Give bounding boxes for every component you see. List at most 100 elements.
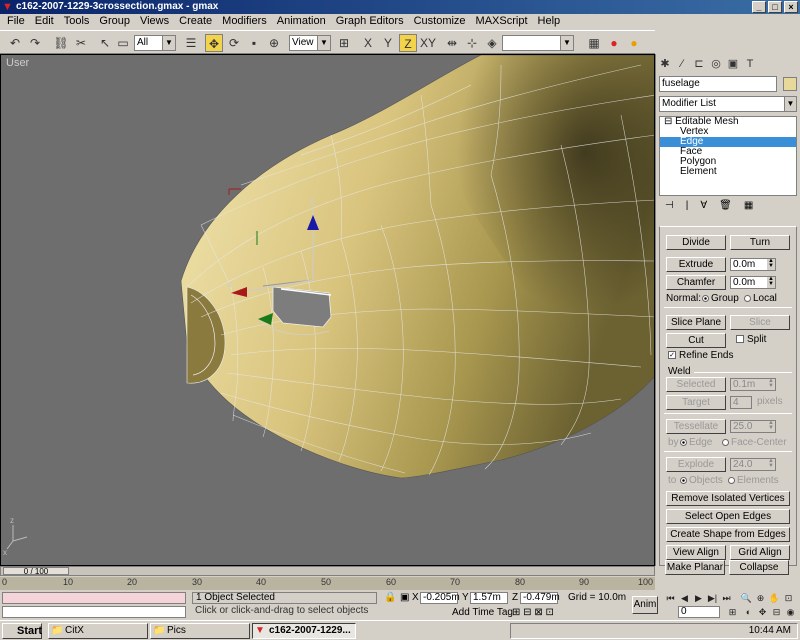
explode-objects-radio[interactable]: Objects	[680, 475, 723, 486]
remove-modifier-icon[interactable]: 🗑	[719, 200, 732, 214]
move-icon[interactable]: ✥	[205, 34, 223, 52]
configure-sets-icon[interactable]: ▦	[744, 200, 753, 214]
perspective-viewport[interactable]: User z x z x	[0, 54, 655, 566]
weld-target-button[interactable]: Target	[666, 395, 726, 410]
goto-start-icon[interactable]: ⏮	[664, 592, 677, 604]
restrict-x-icon[interactable]: X	[359, 34, 377, 52]
quick-render-icon[interactable]: ●	[625, 34, 643, 52]
close-button[interactable]: ×	[784, 1, 798, 13]
slice-button[interactable]: Slice	[730, 315, 790, 330]
select-link-icon[interactable]: ⛓	[52, 34, 70, 52]
play-icon[interactable]: ▶	[692, 592, 705, 604]
menu-graph-editors[interactable]: Graph Editors	[331, 14, 409, 30]
make-unique-icon[interactable]: ∀	[700, 200, 707, 214]
restrict-z-icon[interactable]: Z	[399, 34, 417, 52]
tessellate-button[interactable]: Tessellate	[666, 419, 726, 434]
clock[interactable]: 10:44 AM	[749, 625, 791, 637]
selection-filter-dropdown[interactable]: All ▼	[134, 35, 176, 51]
tessellate-face-center-radio[interactable]: Face-Center	[722, 437, 787, 448]
menu-edit[interactable]: Edit	[30, 14, 59, 30]
create-tab-icon[interactable]: ✱	[658, 56, 672, 72]
tessellate-tension-spinner[interactable]: 25.0 ▲ ▼	[730, 420, 776, 433]
pin-stack-icon[interactable]: ⊣	[665, 200, 674, 214]
fov-icon[interactable]: ✥	[756, 606, 769, 618]
zoom-extents-icon[interactable]: ⊡	[782, 592, 795, 604]
chamfer-amount-spinner[interactable]: 0.0m ▲ ▼	[730, 276, 776, 289]
fuselage-mesh[interactable]: z x z x	[1, 55, 655, 566]
turn-button[interactable]: Turn	[730, 235, 790, 250]
maximize-button[interactable]: □	[768, 1, 782, 13]
normal-group-radio[interactable]: Group	[702, 293, 739, 304]
make-planar-button[interactable]: Make Planar	[665, 560, 725, 575]
next-frame-icon[interactable]: ▶|	[706, 592, 719, 604]
add-time-tag-button[interactable]: Add Time Tag	[452, 607, 513, 618]
minimize-button[interactable]: _	[752, 1, 766, 13]
zoom-all-icon[interactable]: ⊕	[754, 592, 767, 604]
time-tag-field[interactable]: ⊞ ⊟ ⊠ ⊡	[512, 607, 554, 618]
orbit-icon[interactable]: ◐	[742, 606, 755, 618]
weld-target-pixels-spinner[interactable]: 4	[730, 396, 752, 409]
remove-isolated-vertices-button[interactable]: Remove Isolated Vertices	[666, 491, 790, 506]
view-align-button[interactable]: View Align	[666, 545, 726, 560]
menu-maxscript[interactable]: MAXScript	[471, 14, 533, 30]
align-icon[interactable]: ⊹	[463, 34, 481, 52]
unlink-icon[interactable]: ✂	[72, 34, 90, 52]
redo-icon[interactable]: ↷	[26, 34, 44, 52]
explode-angle-spinner[interactable]: 24.0 ▲ ▼	[730, 458, 776, 471]
utilities-tab-icon[interactable]: T	[743, 56, 757, 72]
time-slider[interactable]: 0 / 100	[0, 566, 655, 576]
divide-button[interactable]: Divide	[666, 235, 726, 250]
menu-create[interactable]: Create	[174, 14, 217, 30]
grid-align-button[interactable]: Grid Align	[730, 545, 790, 560]
time-slider-thumb[interactable]: 0 / 100	[3, 567, 69, 576]
restrict-xy-icon[interactable]: XY	[419, 34, 437, 52]
motion-tab-icon[interactable]: ◎	[709, 56, 723, 72]
render-icon[interactable]: ●	[605, 34, 623, 52]
scale-icon[interactable]: ▪	[245, 34, 263, 52]
extrude-button[interactable]: Extrude	[666, 257, 726, 272]
select-by-name-icon[interactable]: ☰	[182, 34, 200, 52]
pivot-icon[interactable]: ⊕	[265, 34, 283, 52]
modifier-list-dropdown[interactable]: Modifier List ▼	[659, 96, 797, 112]
mirror-icon[interactable]: ⇹	[443, 34, 461, 52]
z-coordinate-field[interactable]: -0.479m	[520, 592, 560, 604]
modify-tab-icon[interactable]: ∕	[675, 56, 689, 72]
zoom-icon[interactable]: 🔍	[740, 592, 753, 604]
restrict-y-icon[interactable]: Y	[379, 34, 397, 52]
maxscript-input-mini[interactable]	[2, 606, 186, 618]
menu-animation[interactable]: Animation	[272, 14, 331, 30]
stack-item-element[interactable]: Element	[660, 167, 796, 177]
track-bar[interactable]: 0 10 20 30 40 50 60 70 80 90 100	[0, 577, 655, 590]
display-tab-icon[interactable]: ▣	[726, 56, 740, 72]
menu-customize[interactable]: Customize	[409, 14, 471, 30]
arc-rotate-icon[interactable]: ◉	[784, 606, 797, 618]
task-pics[interactable]: 📁 Pics	[150, 623, 250, 639]
previous-frame-icon[interactable]: ◀	[678, 592, 691, 604]
reference-coordinate-dropdown[interactable]: View ▼	[289, 35, 331, 51]
task-citx[interactable]: 📁 CitX	[48, 623, 148, 639]
object-name-field[interactable]: fuselage	[659, 76, 777, 92]
absolute-mode-icon[interactable]: ▣	[400, 592, 409, 603]
extrude-amount-spinner[interactable]: 0.0m ▲ ▼	[730, 258, 776, 271]
y-coordinate-field[interactable]: 1.57m	[470, 592, 508, 604]
menu-tools[interactable]: Tools	[59, 14, 95, 30]
menu-views[interactable]: Views	[135, 14, 174, 30]
named-selection-dropdown[interactable]: ▼	[502, 35, 574, 51]
region-select-icon[interactable]: ▭	[114, 34, 132, 52]
hierarchy-tab-icon[interactable]: ⊏	[692, 56, 706, 72]
lock-selection-icon[interactable]: 🔒	[384, 592, 396, 603]
use-pivot-center-icon[interactable]: ⊞	[335, 34, 353, 52]
slice-plane-button[interactable]: Slice Plane	[666, 315, 726, 330]
goto-end-icon[interactable]: ⏭	[720, 592, 733, 604]
select-open-edges-button[interactable]: Select Open Edges	[666, 509, 790, 524]
time-config-icon[interactable]: ⊞	[726, 606, 739, 618]
pan-icon[interactable]: ✋	[768, 592, 781, 604]
task-gmax[interactable]: ▼ c162-2007-1229...	[252, 623, 356, 639]
start-button[interactable]: Start	[2, 623, 42, 639]
collapse-button[interactable]: Collapse	[729, 560, 789, 575]
weld-threshold-spinner[interactable]: 0.1m ▲ ▼	[730, 378, 776, 391]
x-coordinate-field[interactable]: -0.205m	[420, 592, 460, 604]
cut-button[interactable]: Cut	[666, 333, 726, 348]
explode-elements-radio[interactable]: Elements	[728, 475, 779, 486]
tessellate-edge-radio[interactable]: Edge	[680, 437, 712, 448]
